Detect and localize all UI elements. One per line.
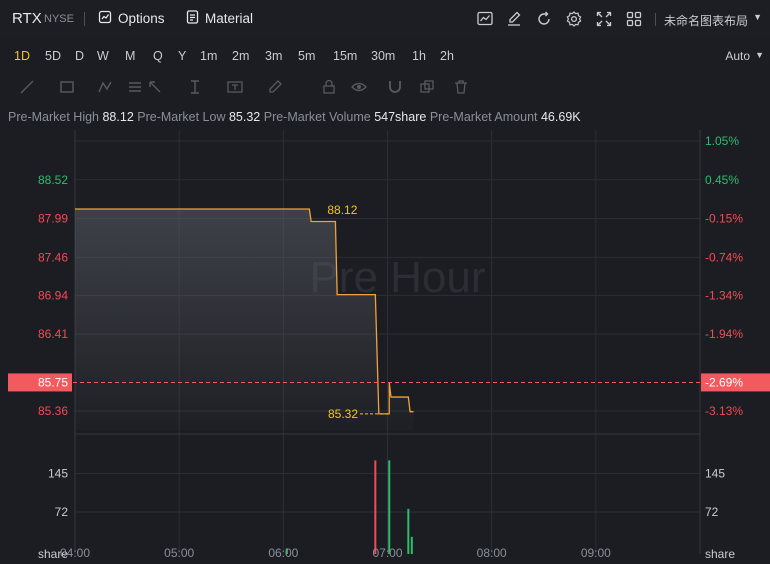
price-axis-label: 87.46 [38, 250, 68, 264]
edit-icon[interactable] [505, 10, 523, 28]
material-label: Material [205, 11, 254, 26]
volume-axis-label-right: 145 [705, 467, 725, 481]
percent-axis-label: -1.94% [705, 327, 743, 341]
percent-axis-label: -3.13% [705, 404, 743, 418]
current-percent-label: -2.69% [705, 375, 743, 389]
current-price-label: 85.75 [38, 375, 68, 389]
caret-down-icon[interactable]: ▼ [753, 12, 762, 22]
options-button[interactable]: Options [98, 10, 165, 27]
volume-bar [388, 460, 391, 554]
percent-axis-label: -1.34% [705, 288, 743, 302]
measure-tool-icon[interactable] [186, 78, 204, 96]
volume-axis-label: 72 [55, 505, 69, 519]
interval-selector: 1D 5D D W M Q Y 1m 2m 3m 5m 15m 30m 1h 2h [0, 40, 770, 70]
interval-q[interactable]: Q [153, 49, 163, 63]
time-axis-label: 07:00 [372, 546, 402, 560]
options-label: Options [118, 11, 165, 26]
volume-axis-label-right: 72 [705, 505, 719, 519]
arrow-tool-icon[interactable] [146, 78, 164, 96]
toolbar-divider [84, 12, 85, 26]
interval-5m[interactable]: 5m [298, 49, 315, 63]
interval-m[interactable]: M [125, 49, 135, 63]
price-chart[interactable]: Pre Hour88.1285.3288.5287.9987.4686.9486… [0, 130, 770, 564]
material-button[interactable]: Material [186, 10, 253, 27]
top-toolbar: RTX NYSE Options Material 未命名图表布局 ▼ [0, 0, 770, 38]
percent-axis-label: -0.15% [705, 212, 743, 226]
exchange-label: NYSE [44, 13, 74, 25]
low-label: Pre-Market Low [137, 110, 226, 124]
interval-1d[interactable]: 1D [14, 49, 30, 63]
drawing-toolbar [0, 72, 770, 102]
pattern-tool-icon[interactable] [97, 78, 115, 96]
time-axis-label: 06:00 [268, 546, 298, 560]
volume-bar [407, 508, 410, 554]
trash-icon[interactable] [452, 78, 470, 96]
time-axis-label: 08:00 [477, 546, 507, 560]
volume-axis-label: 145 [48, 467, 68, 481]
interval-y[interactable]: Y [178, 49, 186, 63]
line-tool-icon[interactable] [18, 78, 36, 96]
volume-unit-label-right: share [705, 547, 735, 561]
refresh-icon[interactable] [535, 10, 553, 28]
magnet-icon[interactable] [386, 78, 404, 96]
interval-15m[interactable]: 15m [333, 49, 357, 63]
amount-label: Pre-Market Amount [429, 110, 538, 124]
layout-name-dropdown[interactable]: 未命名图表布局 [664, 12, 748, 29]
pre-market-stats: Pre-Market High 88.12 Pre-Market Low 85.… [8, 110, 581, 124]
fib-tool-icon[interactable] [126, 78, 144, 96]
volume-bar [374, 460, 377, 554]
options-icon [98, 10, 112, 27]
high-label: Pre-Market High [8, 110, 99, 124]
rectangle-tool-icon[interactable] [58, 78, 76, 96]
toolbar-divider [655, 13, 656, 26]
price-axis-label: 87.99 [38, 212, 68, 226]
price-axis-label: 85.36 [38, 404, 68, 418]
fullscreen-icon[interactable] [595, 10, 613, 28]
symbol-ticker[interactable]: RTX [12, 10, 42, 27]
volume-value: 547share [374, 110, 427, 124]
interval-1h[interactable]: 1h [412, 49, 426, 63]
pencil-icon[interactable] [266, 78, 284, 96]
percent-axis-label: -0.74% [705, 250, 743, 264]
text-tool-icon[interactable] [226, 78, 244, 96]
percent-axis-label: 0.45% [705, 173, 739, 187]
interval-d[interactable]: D [75, 49, 84, 63]
high-value: 88.12 [102, 110, 134, 124]
time-axis-label: 04:00 [60, 546, 90, 560]
chart-icon[interactable] [476, 10, 494, 28]
amount-value: 46.69K [540, 110, 581, 124]
volume-bar [410, 536, 413, 554]
volume-label: Pre-Market Volume [263, 110, 371, 124]
scale-mode-dropdown[interactable]: Auto [725, 49, 750, 63]
grid-layout-icon[interactable] [625, 10, 643, 28]
eye-icon[interactable] [350, 78, 368, 96]
duplicate-icon[interactable] [418, 78, 436, 96]
percent-axis-label: 1.05% [705, 134, 739, 148]
time-axis-label: 05:00 [164, 546, 194, 560]
caret-down-icon[interactable]: ▼ [755, 50, 764, 60]
interval-30m[interactable]: 30m [371, 49, 395, 63]
interval-2m[interactable]: 2m [232, 49, 249, 63]
interval-5d[interactable]: 5D [45, 49, 61, 63]
interval-2h[interactable]: 2h [440, 49, 454, 63]
price-axis-label: 88.52 [38, 173, 68, 187]
lock-icon[interactable] [320, 78, 338, 96]
time-axis-label: 09:00 [581, 546, 611, 560]
price-axis-label: 86.94 [38, 288, 68, 302]
interval-w[interactable]: W [97, 49, 109, 63]
interval-3m[interactable]: 3m [265, 49, 282, 63]
low-value: 85.32 [228, 110, 261, 124]
interval-1m[interactable]: 1m [200, 49, 217, 63]
settings-icon[interactable] [565, 10, 583, 28]
document-icon [186, 10, 199, 27]
high-marker-label: 88.12 [327, 203, 357, 217]
low-marker-label: 85.32 [328, 407, 358, 421]
price-axis-label: 86.41 [38, 327, 68, 341]
